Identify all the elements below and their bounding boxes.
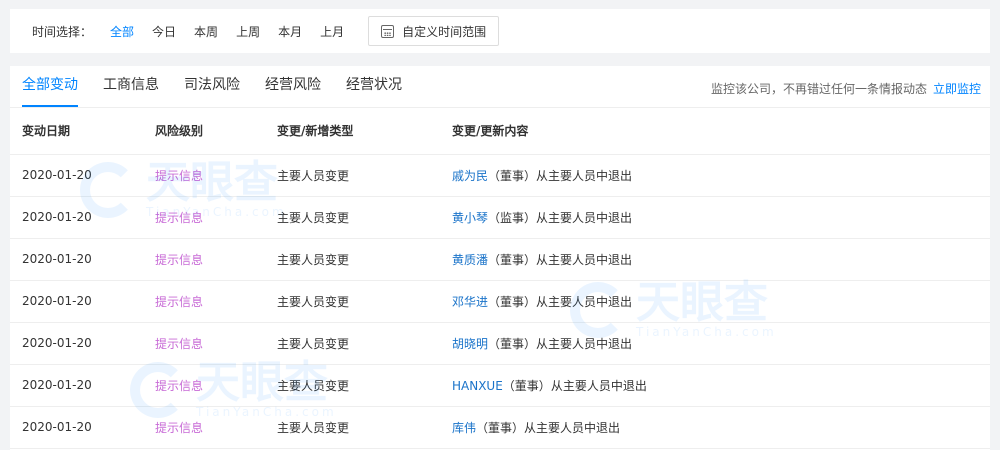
custom-range-label: 自定义时间范围 [402,24,487,39]
monitor-text: 监控该公司，不再错过任何一条情报动态 [710,82,927,96]
person-link[interactable]: 库伟 [452,421,476,435]
change-action: 从主要人员中退出 [536,252,633,267]
person-role: （董事） [476,420,525,435]
filter-option-this-month[interactable]: 本月 [278,23,302,40]
risk-badge[interactable]: 提示信息 [155,169,203,183]
person-role: （董事） [488,336,537,351]
cell-date: 2020-01-20 [10,406,155,449]
tab-business-info[interactable]: 工商信息 [103,74,159,107]
cell-change-content: 胡晓明（董事）从主要人员中退出 [452,322,990,365]
cell-change-content: 邓华进（董事）从主要人员中退出 [452,280,990,323]
cell-risk-level[interactable]: 提示信息 [155,406,277,449]
cell-change-type: 主要人员变更 [277,322,452,365]
header-change-date[interactable]: 变动日期 [10,108,155,155]
changes-table: 变动日期 风险级别 变更/新增类型 变更/更新内容 2020-01-20 提示信息… [10,108,990,449]
cell-risk-level[interactable]: 提示信息 [155,238,277,281]
time-filter-bar: 时间选择： 全部 今日 本周 上周 本月 上月 自定义时间范围 [10,9,990,53]
cell-change-type: 主要人员变更 [277,154,452,197]
table-row: 2020-01-20 提示信息 主要人员变更 黄小琴（监事）从主要人员中退出 [10,196,990,239]
change-action: 从主要人员中退出 [536,294,633,309]
category-tabs: 全部变动 工商信息 司法风险 经营风险 经营状况 监控该公司，不再错过任何一条情… [10,66,990,108]
table-header-row: 变动日期 风险级别 变更/新增类型 变更/更新内容 [10,108,990,155]
cell-change-type: 主要人员变更 [277,238,452,281]
person-link[interactable]: 胡晓明 [452,337,488,351]
cell-risk-level[interactable]: 提示信息 [155,154,277,197]
tab-judicial-risk[interactable]: 司法风险 [184,74,240,107]
filter-option-last-month[interactable]: 上月 [320,23,344,40]
filter-option-last-week[interactable]: 上周 [236,23,260,40]
tab-all-changes[interactable]: 全部变动 [22,74,78,107]
cell-date: 2020-01-20 [10,280,155,323]
risk-badge[interactable]: 提示信息 [155,295,203,309]
risk-badge[interactable]: 提示信息 [155,211,203,225]
table-row: 2020-01-20 提示信息 主要人员变更 黄质潘（董事）从主要人员中退出 [10,238,990,281]
filter-option-today[interactable]: 今日 [152,23,176,40]
person-link[interactable]: HANXUE [452,379,503,393]
cell-change-content: 黄小琴（监事）从主要人员中退出 [452,196,990,239]
cell-change-content: HANXUE（董事）从主要人员中退出 [452,364,990,407]
risk-badge[interactable]: 提示信息 [155,253,203,267]
risk-badge[interactable]: 提示信息 [155,337,203,351]
header-change-type[interactable]: 变更/新增类型 [277,108,452,155]
cell-change-type: 主要人员变更 [277,280,452,323]
table-row: 2020-01-20 提示信息 主要人员变更 库伟（董事）从主要人员中退出 [10,406,990,449]
time-filter-label: 时间选择： [32,24,93,39]
changes-panel: 全部变动 工商信息 司法风险 经营风险 经营状况 监控该公司，不再错过任何一条情… [10,66,990,450]
person-role: （监事） [488,210,537,225]
cell-change-type: 主要人员变更 [277,364,452,407]
person-link[interactable]: 黄小琴 [452,211,488,225]
header-change-content[interactable]: 变更/更新内容 [452,108,990,155]
monitor-now-link[interactable]: 立即监控 [933,82,981,96]
cell-date: 2020-01-20 [10,322,155,365]
change-action: 从主要人员中退出 [524,420,621,435]
cell-date: 2020-01-20 [10,196,155,239]
filter-option-all[interactable]: 全部 [110,23,134,40]
header-risk-level[interactable]: 风险级别 [155,108,277,155]
person-role: （董事） [488,168,537,183]
person-link[interactable]: 戚为民 [452,169,488,183]
table-row: 2020-01-20 提示信息 主要人员变更 HANXUE（董事）从主要人员中退出 [10,364,990,407]
risk-badge[interactable]: 提示信息 [155,379,203,393]
change-action: 从主要人员中退出 [550,378,647,393]
cell-change-content: 戚为民（董事）从主要人员中退出 [452,154,990,197]
table-row: 2020-01-20 提示信息 主要人员变更 胡晓明（董事）从主要人员中退出 [10,322,990,365]
cell-change-type: 主要人员变更 [277,406,452,449]
cell-date: 2020-01-20 [10,238,155,281]
cell-date: 2020-01-20 [10,154,155,197]
cell-change-content: 黄质潘（董事）从主要人员中退出 [452,238,990,281]
cell-risk-level[interactable]: 提示信息 [155,280,277,323]
calendar-icon [381,24,395,38]
change-action: 从主要人员中退出 [536,336,633,351]
change-action: 从主要人员中退出 [536,210,633,225]
person-role: （董事） [488,252,537,267]
person-link[interactable]: 邓华进 [452,295,488,309]
monitor-prompt: 监控该公司，不再错过任何一条情报动态 立即监控 [711,80,981,97]
cell-risk-level[interactable]: 提示信息 [155,322,277,365]
change-action: 从主要人员中退出 [536,168,633,183]
cell-date: 2020-01-20 [10,364,155,407]
tab-operating-status[interactable]: 经营状况 [346,74,402,107]
person-role: （董事） [488,294,537,309]
cell-risk-level[interactable]: 提示信息 [155,364,277,407]
table-row: 2020-01-20 提示信息 主要人员变更 邓华进（董事）从主要人员中退出 [10,280,990,323]
cell-change-type: 主要人员变更 [277,196,452,239]
filter-option-this-week[interactable]: 本周 [194,23,218,40]
person-link[interactable]: 黄质潘 [452,253,488,267]
risk-badge[interactable]: 提示信息 [155,421,203,435]
cell-change-content: 库伟（董事）从主要人员中退出 [452,406,990,449]
custom-range-button[interactable]: 自定义时间范围 [368,16,500,46]
tab-operating-risk[interactable]: 经营风险 [265,74,321,107]
person-role: （董事） [502,378,551,393]
cell-risk-level[interactable]: 提示信息 [155,196,277,239]
table-row: 2020-01-20 提示信息 主要人员变更 戚为民（董事）从主要人员中退出 [10,154,990,197]
